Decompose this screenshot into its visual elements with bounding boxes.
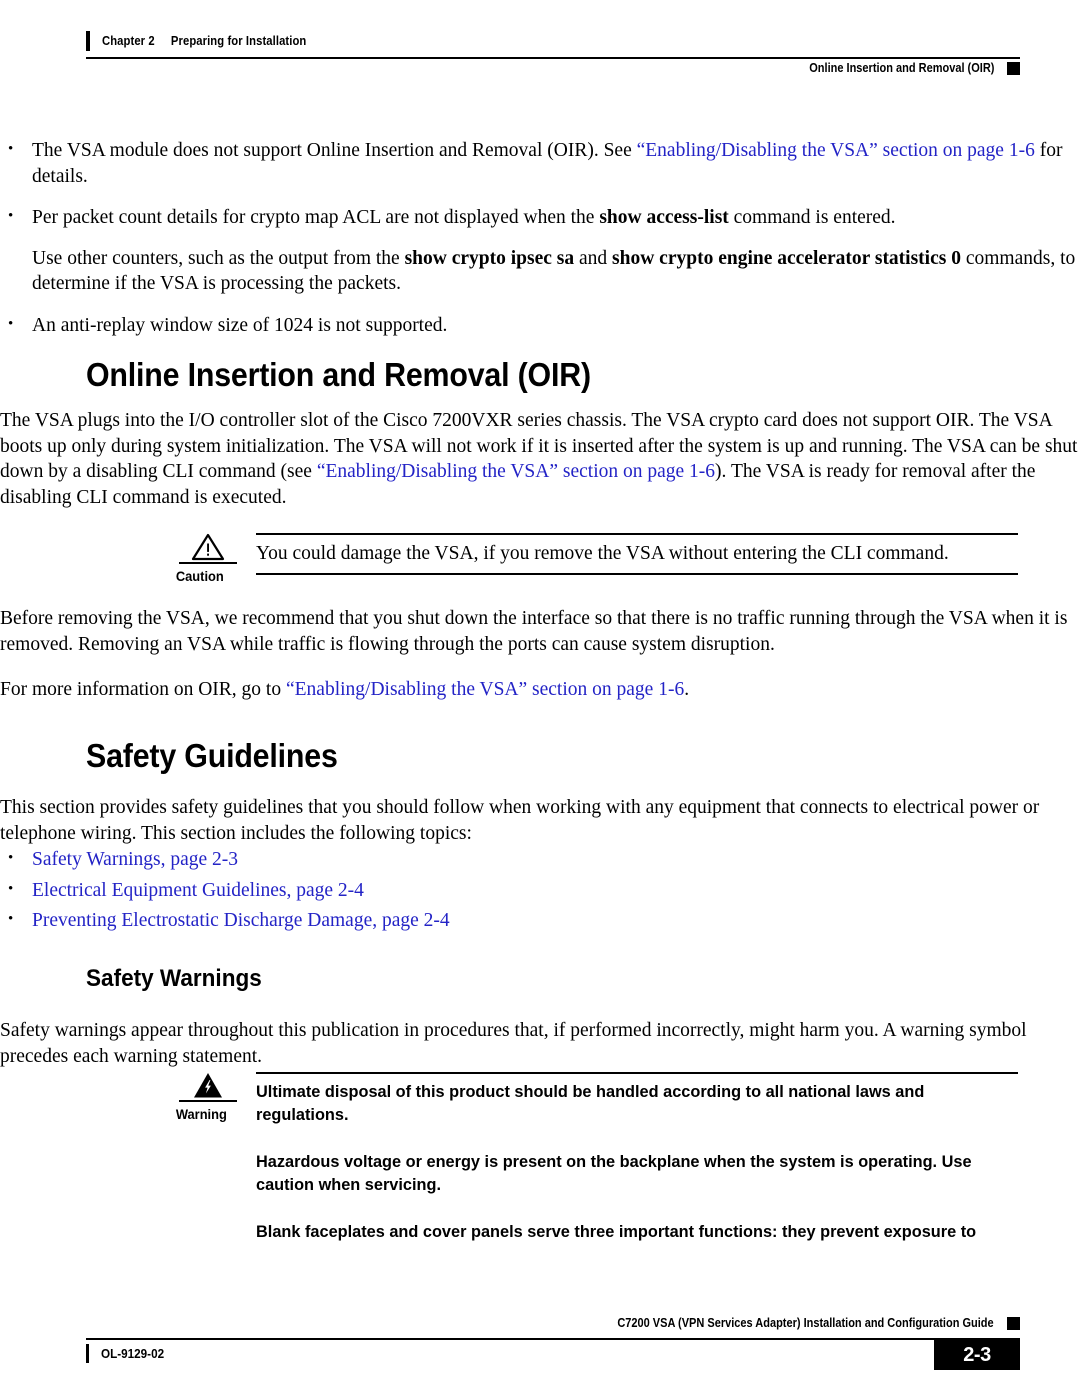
oir-paragraph-3-part2: . <box>684 679 690 700</box>
footer-title-row: C7200 VSA (VPN Services Adapter) Install… <box>86 1313 1020 1333</box>
list-item: Preventing Electrostatic Discharge Damag… <box>0 907 1080 934</box>
footer-divider <box>86 1338 1020 1340</box>
link-enabling-disabling-vsa-2[interactable]: “Enabling/Disabling the VSA” section on … <box>317 461 715 482</box>
list-item: The VSA module does not support Online I… <box>0 137 1080 189</box>
list-item: Electrical Equipment Guidelines, page 2-… <box>0 877 1080 904</box>
page-title: Online Insertion and Removal (OIR) <box>86 356 591 393</box>
link-preventing-electrostatic-discharge-damage[interactable]: Preventing Electrostatic Discharge Damag… <box>32 910 450 931</box>
warning-body: Ultimate disposal of this product should… <box>256 1072 1018 1243</box>
caution-body: You could damage the VSA, if you remove … <box>256 533 1018 575</box>
oir-paragraph-2: Before removing the VSA, we recommend th… <box>0 608 1068 655</box>
warning-icon-block: Warning <box>174 1072 242 1122</box>
warning-admonition: Warning Ultimate disposal of this produc… <box>0 1072 1080 1243</box>
caution-icon-rule <box>179 562 237 564</box>
warning-label: Warning <box>175 1106 227 1122</box>
bullet-2-sub-part2: and <box>574 247 613 269</box>
bullet-2-part2: command is entered. <box>728 207 896 229</box>
caution-icon-block: Caution <box>174 533 242 584</box>
safety-warnings-intro-paragraph: Safety warnings appear throughout this p… <box>0 1020 1027 1067</box>
caution-text: You could damage the VSA, if you remove … <box>256 542 949 564</box>
command-show-access-list: show access-list <box>599 207 729 229</box>
list-item: Safety Warnings, page 2-3 <box>0 846 1080 873</box>
bullet-2-sub-part1: Use other counters, such as the output f… <box>32 247 405 269</box>
header-section-title: Online Insertion and Removal (OIR) <box>808 61 994 75</box>
caution-admonition: Caution You could damage the VSA, if you… <box>0 533 1080 584</box>
breadcrumb: Chapter 2 Preparing for Installation <box>102 34 306 48</box>
safety-topics-list: Safety Warnings, page 2-3 Electrical Equ… <box>0 846 1080 934</box>
header-square-marker-icon <box>1007 61 1020 75</box>
footer-page-number: 2-3 <box>934 1340 1020 1370</box>
bullet-2-part1: Per packet count details for crypto map … <box>32 207 600 229</box>
warning-paragraph-3: Blank faceplates and cover panels serve … <box>256 1221 977 1241</box>
oir-paragraph-3-part1: For more information on OIR, go to <box>0 679 286 700</box>
link-electrical-equipment-guidelines[interactable]: Electrical Equipment Guidelines, page 2-… <box>32 880 364 901</box>
header-chapter-number: Chapter 2 <box>102 34 155 48</box>
warning-icon-rule <box>179 1100 237 1102</box>
safety-intro-paragraph: This section provides safety guidelines … <box>0 797 1040 844</box>
header-divider <box>86 57 1020 59</box>
header-chapter-row: Chapter 2 Preparing for Installation <box>86 30 1020 52</box>
footer-guide-title: C7200 VSA (VPN Services Adapter) Install… <box>617 1316 994 1330</box>
warning-lightning-triangle-icon <box>194 1073 222 1098</box>
subsection-title-safety-warnings: Safety Warnings <box>86 965 262 992</box>
caution-triangle-icon <box>191 533 225 561</box>
caution-rule-bottom <box>256 573 1018 575</box>
list-item: An anti-replay window size of 1024 is no… <box>0 312 1080 339</box>
page-header: Chapter 2 Preparing for Installation Onli… <box>86 30 1020 75</box>
footer-left-bar-icon <box>86 1344 89 1363</box>
link-safety-warnings[interactable]: Safety Warnings, page 2-3 <box>32 849 238 870</box>
document-page: Chapter 2 Preparing for Installation Onli… <box>0 0 1080 1397</box>
footer-document-id: OL-9129-02 <box>101 1346 165 1361</box>
bullet-2-text: Per packet count details for crypto map … <box>32 205 1080 231</box>
list-item: Per packet count details for crypto map … <box>0 204 1080 297</box>
page-footer: C7200 VSA (VPN Services Adapter) Install… <box>86 1313 1020 1370</box>
footer-bottom-row: OL-9129-02 <box>86 1344 1020 1363</box>
header-left-bar-icon <box>86 31 90 51</box>
bullet-3-text: An anti-replay window size of 1024 is no… <box>32 314 448 336</box>
command-show-crypto-ipsec-sa: show crypto ipsec sa <box>404 247 575 269</box>
command-show-crypto-engine-accelerator-statistics: show crypto engine accelerator statistic… <box>612 247 961 269</box>
bullet-1-pre: The VSA module does not support Online I… <box>32 140 637 161</box>
warning-paragraph-2: Hazardous voltage or energy is present o… <box>256 1151 972 1194</box>
footer-square-marker-icon <box>1007 1316 1020 1330</box>
bullet-1-text: The VSA module does not support Online I… <box>32 138 1080 189</box>
header-section-row: Online Insertion and Removal (OIR) <box>784 61 1020 75</box>
link-enabling-disabling-vsa[interactable]: “Enabling/Disabling the VSA” section on … <box>637 140 1035 161</box>
link-enabling-disabling-vsa-3[interactable]: “Enabling/Disabling the VSA” section on … <box>286 679 684 700</box>
header-chapter-title: Preparing for Installation <box>170 34 307 48</box>
warning-paragraph-1: Ultimate disposal of this product should… <box>256 1081 925 1124</box>
caution-label: Caution <box>175 568 224 584</box>
bullet-2-subparagraph: Use other counters, such as the output f… <box>32 246 1080 297</box>
oir-paragraph-1: The VSA plugs into the I/O controller sl… <box>0 408 1080 510</box>
warning-text: Ultimate disposal of this product should… <box>256 1074 988 1243</box>
oir-paragraph-3: For more information on OIR, go to “Enab… <box>0 677 1080 703</box>
section-title-safety-guidelines: Safety Guidelines <box>86 737 338 774</box>
intro-bullet-list: The VSA module does not support Online I… <box>0 137 1080 339</box>
